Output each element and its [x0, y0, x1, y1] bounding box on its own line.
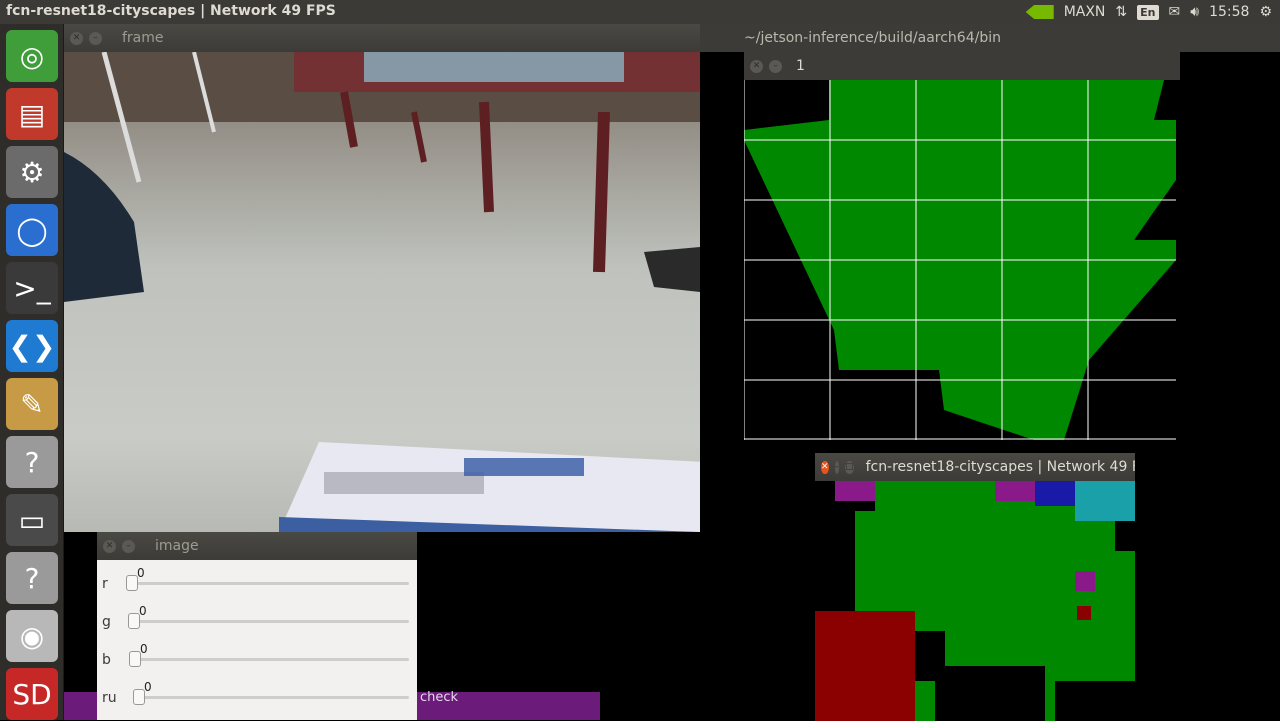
sd-card-icon[interactable]: SD — [6, 668, 58, 720]
close-icon[interactable]: ✕ — [103, 539, 116, 553]
slider-track[interactable] — [138, 696, 409, 699]
terminal-glyph: >_ — [13, 271, 51, 305]
vscode-icon[interactable]: ❮❯ — [6, 320, 58, 372]
file-manager-glyph: ▤ — [18, 97, 46, 131]
system-tray: MAXN ⇅ En ✉ 🔊︎ 15:58 ⚙ — [1025, 0, 1280, 24]
keyboard-layout-indicator[interactable]: En — [1137, 4, 1159, 20]
top-panel: fcn-resnet18-cityscapes | Network 49 FPS… — [0, 0, 1280, 24]
slider-label: r — [102, 576, 108, 592]
terminal-icon[interactable]: >_ — [6, 262, 58, 314]
status-bar-text: check — [420, 690, 459, 705]
unknown-app-glyph: ? — [24, 445, 40, 479]
text-editor-glyph: ✎ — [20, 387, 44, 421]
text-editor-icon[interactable]: ✎ — [6, 378, 58, 430]
slider-handle[interactable] — [133, 689, 145, 705]
slider-handle[interactable] — [126, 575, 138, 591]
slider-handle[interactable] — [129, 651, 141, 667]
terminal-window-title: ~/jetson-inference/build/aarch64/bin — [744, 30, 1001, 46]
segmentation-output-image — [815, 481, 1135, 721]
slider-r: r 0 — [97, 566, 417, 604]
slider-track[interactable] — [133, 620, 409, 623]
gear-icon[interactable]: ⚙ — [1259, 4, 1272, 20]
birds-eye-segmentation-grid — [744, 80, 1176, 440]
slider-value: 0 — [140, 642, 148, 656]
window-app-icon[interactable]: ▭ — [6, 494, 58, 546]
minimize-icon[interactable]: – — [834, 460, 840, 474]
file-manager-icon[interactable]: ▤ — [6, 88, 58, 140]
minimize-icon[interactable]: – — [769, 59, 782, 73]
slider-label: ru — [102, 690, 117, 706]
image-window-title: image — [155, 538, 199, 554]
system-settings-icon[interactable]: ⚙ — [6, 146, 58, 198]
minimize-icon[interactable]: – — [89, 31, 102, 45]
nvidia-icon[interactable] — [1025, 5, 1054, 19]
grid-window-titlebar[interactable]: ✕ – 1 — [744, 52, 1180, 80]
segmentation-window-titlebar[interactable]: ✕ – □ fcn-resnet18-cityscapes | Network … — [815, 453, 1135, 481]
camera-scene — [64, 52, 700, 532]
ubuntu-dash-icon[interactable]: ◎ — [6, 30, 58, 82]
image-window-titlebar[interactable]: ✕ – image — [97, 532, 417, 560]
slider-track[interactable] — [131, 582, 409, 585]
slider-label: g — [102, 614, 111, 630]
slider-track[interactable] — [134, 658, 409, 661]
slider-handle[interactable] — [128, 613, 140, 629]
terminal-window-titlebar[interactable]: ~/jetson-inference/build/aarch64/bin — [700, 24, 1280, 52]
unknown-app-icon[interactable]: ? — [6, 436, 58, 488]
camera-glyph: ◉ — [19, 619, 45, 653]
ubuntu-dash-glyph: ◎ — [19, 39, 45, 73]
network-icon[interactable]: ⇅ — [1115, 4, 1127, 20]
mail-icon[interactable]: ✉ — [1169, 4, 1181, 20]
unknown-app-icon[interactable]: ? — [6, 552, 58, 604]
slider-g: g 0 — [97, 604, 417, 642]
grid-overlay — [744, 80, 1176, 440]
maximize-icon[interactable]: □ — [845, 460, 854, 474]
minimize-icon[interactable]: – — [122, 539, 135, 553]
window-app-glyph: ▭ — [18, 503, 46, 537]
chromium-glyph: ◯ — [16, 213, 48, 247]
camera-frame-image — [64, 52, 700, 532]
power-mode-label[interactable]: MAXN — [1064, 4, 1106, 20]
grid-window-title: 1 — [796, 58, 805, 74]
close-icon[interactable]: ✕ — [821, 460, 829, 474]
system-settings-glyph: ⚙ — [19, 155, 45, 189]
image-trackbar-window: ✕ – image r 0 g 0 b 0 ru 0 — [97, 532, 417, 720]
slider-value: 0 — [139, 604, 147, 618]
slider-ru: ru 0 — [97, 680, 417, 718]
segmentation-window: ✕ – □ fcn-resnet18-cityscapes | Network … — [815, 453, 1135, 721]
launcher: ◎ ▤ ⚙ ◯ >_ ❮❯ ✎? ▭? ◉ SD — [0, 24, 64, 720]
vscode-glyph: ❮❯ — [8, 329, 56, 363]
active-window-title: fcn-resnet18-cityscapes | Network 49 FPS — [6, 3, 336, 19]
slider-label: b — [102, 652, 111, 668]
slider-b: b 0 — [97, 642, 417, 680]
frame-window-title: frame — [122, 30, 164, 46]
camera-icon[interactable]: ◉ — [6, 610, 58, 662]
frame-window-titlebar[interactable]: ✕ – frame — [64, 24, 700, 52]
segmentation-mask — [815, 481, 1135, 721]
frame-window: ✕ – frame — [64, 24, 700, 532]
volume-icon[interactable]: 🔊︎ — [1190, 4, 1199, 20]
chromium-icon[interactable]: ◯ — [6, 204, 58, 256]
grid-window: ✕ – 1 — [744, 52, 1180, 442]
slider-value: 0 — [144, 680, 152, 694]
slider-value: 0 — [137, 566, 145, 580]
clock[interactable]: 15:58 — [1209, 4, 1249, 20]
unknown-app-glyph: ? — [24, 561, 40, 595]
close-icon[interactable]: ✕ — [70, 31, 83, 45]
close-icon[interactable]: ✕ — [750, 59, 763, 73]
segmentation-window-title: fcn-resnet18-cityscapes | Network 49 FPS — [865, 459, 1135, 475]
sd-card-glyph: SD — [12, 677, 52, 711]
